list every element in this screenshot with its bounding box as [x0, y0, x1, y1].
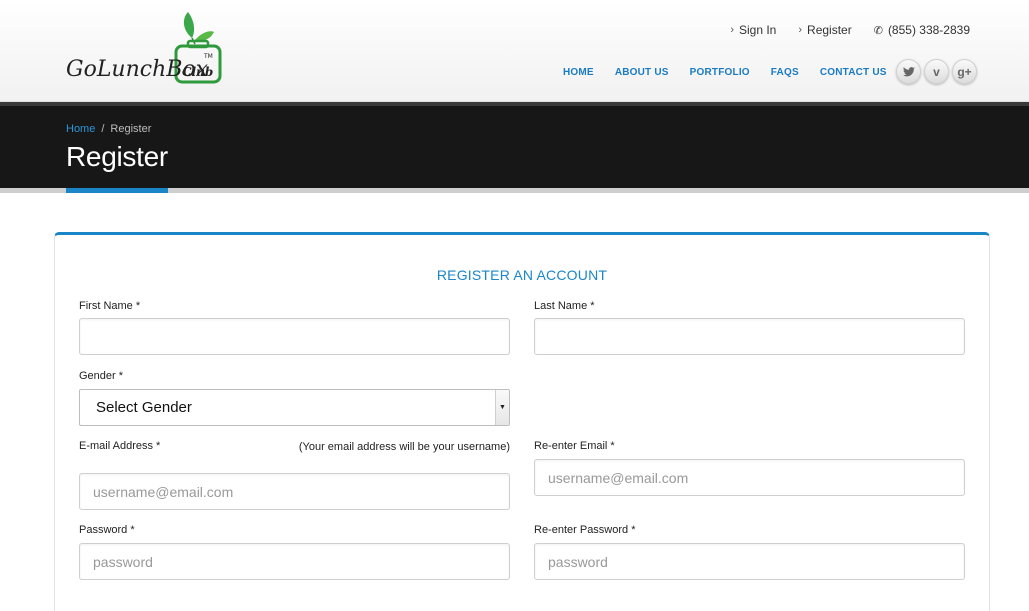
reenter-password-field[interactable]: password [534, 543, 965, 580]
dropdown-arrow-icon[interactable]: ▼ [495, 390, 509, 425]
password-label: Password * [79, 524, 135, 536]
register-label: Register [807, 23, 852, 37]
nav-item-contact-us[interactable]: CONTACT US [820, 67, 887, 78]
email-placeholder: username@email.com [93, 483, 234, 500]
chevron-right-icon: › [730, 24, 734, 36]
vimeo-icon[interactable]: v [924, 59, 949, 84]
logo-graphic: GoLunchBox Club TM [66, 12, 222, 84]
password-field[interactable]: password [79, 543, 510, 580]
reenter-email-label: Re-enter Email * [534, 440, 615, 452]
password-placeholder: password [93, 553, 153, 570]
phone-link[interactable]: ✆ (855) 338-2839 [874, 23, 970, 37]
sign-in-link[interactable]: › Sign In [730, 23, 776, 37]
twitter-icon[interactable] [896, 59, 921, 84]
register-link[interactable]: › Register [798, 23, 851, 37]
nav-item-about-us[interactable]: ABOUT US [615, 67, 669, 78]
last-name-field[interactable] [534, 318, 965, 355]
sign-in-label: Sign In [739, 23, 777, 37]
email-label: E-mail Address * [79, 440, 161, 452]
top-links: › Sign In › Register ✆ (855) 338-2839 [730, 23, 970, 37]
phone-icon: ✆ [873, 24, 883, 37]
nav-item-portfolio[interactable]: PORTFOLIO [690, 67, 750, 78]
reenter-email-placeholder: username@email.com [548, 469, 689, 486]
google-plus-icon[interactable]: g+ [952, 59, 977, 84]
site-header: GoLunchBox Club TM › Sign In › Register … [0, 0, 1029, 102]
social-links: v g+ [896, 59, 977, 84]
gender-selected-value: Select Gender [96, 399, 192, 416]
first-name-label: First Name * [79, 300, 141, 312]
phone-number: (855) 338-2839 [887, 23, 970, 37]
gender-label: Gender * [79, 370, 124, 382]
last-name-label: Last Name * [534, 300, 595, 312]
page-title: Register [66, 141, 168, 172]
site-logo[interactable]: GoLunchBox Club TM [64, 10, 226, 90]
band-accent-bar [66, 188, 168, 193]
svg-text:Club: Club [182, 65, 213, 79]
nav-item-faqs[interactable]: FAQS [771, 67, 799, 78]
main-nav: HOME ABOUT US PORTFOLIO FAQS CONTACT US [563, 67, 887, 78]
breadcrumb: Home / Register [66, 123, 151, 135]
email-username-note: (Your email address will be your usernam… [298, 441, 510, 453]
first-name-field[interactable] [79, 318, 510, 355]
breadcrumb-separator: / [101, 123, 105, 135]
reenter-password-placeholder: password [548, 553, 608, 570]
breadcrumb-current: Register [110, 123, 152, 135]
chevron-right-icon: › [798, 24, 803, 36]
reenter-email-field[interactable]: username@email.com [534, 459, 965, 496]
reenter-password-label: Re-enter Password * [534, 524, 636, 536]
breadcrumb-home[interactable]: Home [66, 123, 95, 135]
svg-text:TM: TM [203, 53, 213, 60]
nav-item-home[interactable]: HOME [563, 67, 594, 78]
gender-select[interactable]: Select Gender ▼ [79, 389, 510, 426]
email-field[interactable]: username@email.com [79, 473, 510, 510]
form-title: REGISTER AN ACCOUNT [436, 267, 608, 283]
